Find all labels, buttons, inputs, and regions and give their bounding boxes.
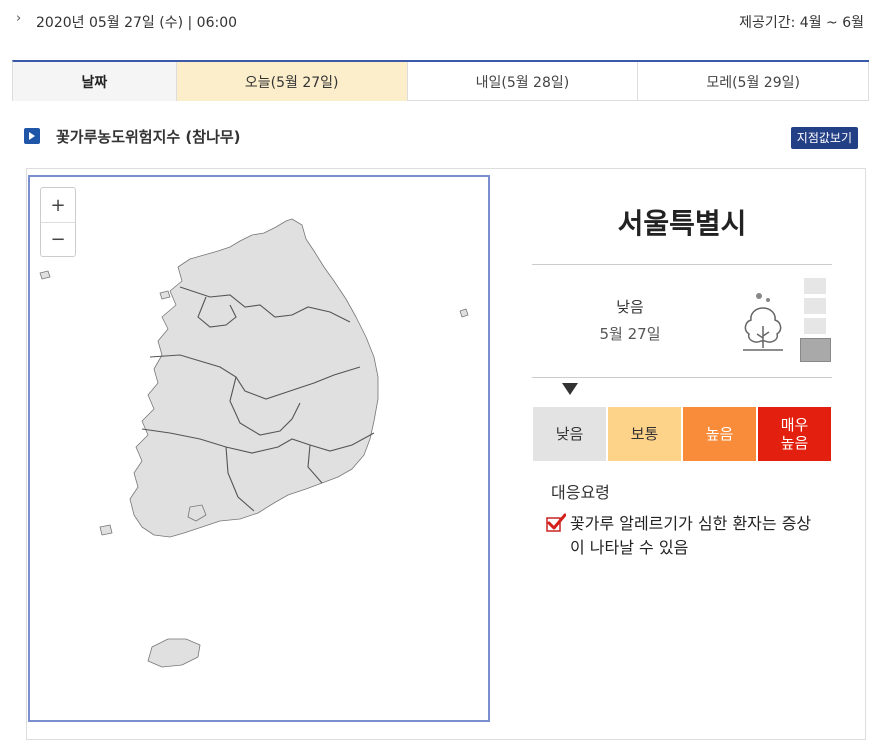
top-bar: › 2020년 05월 27일 (수) | 06:00 제공기간: 4월 ~ 6…	[14, 10, 866, 34]
response-text: 꽃가루 알레르기가 심한 환자는 증상이 나타날 수 있음	[570, 514, 812, 557]
date-tab-label: 날짜	[13, 62, 177, 101]
date-tabs: 날짜 오늘(5월 27일) 내일(5월 28일) 모레(5월 29일)	[12, 60, 870, 101]
section-header: 꽃가루농도위험지수 (참나무) 지점값보기	[24, 125, 858, 151]
legend-low: 낮음	[533, 407, 606, 461]
mainland-region[interactable]	[129, 218, 379, 538]
tree-icon	[743, 293, 783, 351]
service-period: 제공기간: 4월 ~ 6월	[739, 15, 864, 31]
level-normal-block	[804, 318, 826, 334]
zoom-control: + −	[40, 187, 76, 257]
point-values-button[interactable]: 지점값보기	[790, 127, 858, 149]
divider	[532, 377, 832, 378]
korea-map[interactable]: + −	[28, 175, 490, 722]
response-title: 대응요령	[551, 483, 610, 502]
south-island-2[interactable]	[99, 524, 113, 536]
level-high-block	[804, 298, 826, 314]
tab-day-after-tomorrow[interactable]: 모레(5월 29일)	[638, 62, 870, 101]
west-island-1[interactable]	[39, 270, 51, 280]
legend-normal: 보통	[608, 407, 681, 461]
chevron-right-icon: ›	[16, 11, 22, 26]
legend-very-high: 매우 높음	[758, 407, 831, 461]
grade-text: 낮음	[616, 298, 644, 316]
level-very-high-block	[804, 278, 826, 294]
west-island-2[interactable]	[159, 290, 171, 300]
divider	[532, 264, 832, 265]
checkmark-icon	[546, 513, 566, 532]
zoom-out-button[interactable]: −	[41, 222, 75, 256]
grade-date: 5월 27일	[599, 325, 661, 343]
tab-today[interactable]: 오늘(5월 27일)	[176, 62, 408, 101]
level-pointer-icon	[562, 383, 578, 395]
tab-tomorrow[interactable]: 내일(5월 28일)	[408, 62, 639, 101]
zoom-in-button[interactable]: +	[41, 188, 75, 222]
legend-high: 높음	[683, 407, 756, 461]
section-bullet-icon	[24, 128, 40, 144]
region-name: 서울특별시	[617, 207, 747, 240]
section-title: 꽃가루농도위험지수 (참나무)	[56, 128, 241, 146]
korea-map-svg[interactable]	[30, 177, 488, 720]
jeju-island[interactable]	[147, 638, 201, 668]
level-low-block	[800, 338, 831, 362]
ulleung-island[interactable]	[459, 308, 469, 318]
issue-datetime: 2020년 05월 27일 (수) | 06:00	[36, 15, 238, 31]
risk-legend: 낮음 보통 높음 매우 높음	[533, 407, 831, 461]
